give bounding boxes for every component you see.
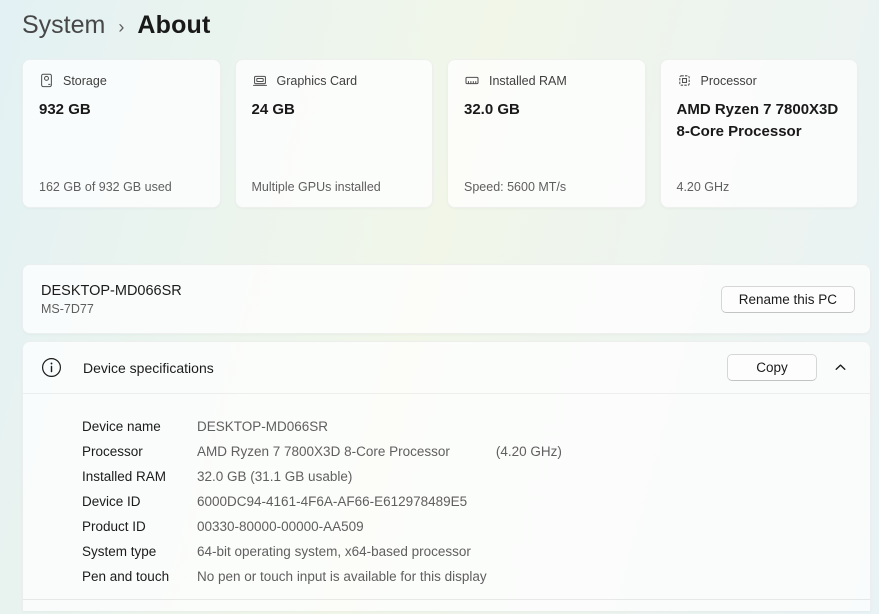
storage-card-subtext: 162 GB of 932 GB used — [39, 180, 204, 194]
spec-row-installed-ram: Installed RAM 32.0 GB (31.1 GB usable) — [82, 464, 870, 489]
graphics-card-card: Graphics Card 24 GB Multiple GPUs instal… — [235, 59, 434, 208]
device-name-panel: DESKTOP-MD066SR MS-7D77 Rename this PC — [22, 264, 871, 334]
installed-ram-value: 32.0 GB — [464, 99, 629, 121]
section-divider — [23, 599, 870, 600]
spec-label: Device name — [82, 419, 197, 434]
installed-ram-subtext: Speed: 5600 MT/s — [464, 180, 629, 194]
graphics-card-value: 24 GB — [252, 99, 417, 121]
storage-card-value: 932 GB — [39, 99, 204, 121]
processor-card-value: AMD Ryzen 7 7800X3D 8-Core Processor — [677, 99, 842, 143]
spec-label: Product ID — [82, 519, 197, 534]
page-title: About — [137, 11, 210, 40]
device-specifications-title: Device specifications — [83, 360, 214, 376]
processor-card: Processor AMD Ryzen 7 7800X3D 8-Core Pro… — [660, 59, 859, 208]
processor-card-subtext: 4.20 GHz — [677, 180, 842, 194]
spec-value: 00330-80000-00000-AA509 — [197, 519, 364, 534]
spec-row-processor: Processor AMD Ryzen 7 7800X3D 8-Core Pro… — [82, 439, 870, 464]
spec-value: DESKTOP-MD066SR — [197, 419, 328, 434]
spec-extra: (4.20 GHz) — [496, 444, 562, 459]
ram-icon — [464, 73, 480, 88]
spec-row-system-type: System type 64-bit operating system, x64… — [82, 539, 870, 564]
spec-row-device-name: Device name DESKTOP-MD066SR — [82, 414, 870, 439]
spec-value: No pen or touch input is available for t… — [197, 569, 487, 584]
info-icon — [41, 357, 62, 378]
breadcrumb-system-link[interactable]: System — [22, 11, 105, 40]
spec-label: Processor — [82, 444, 197, 459]
chevron-up-icon — [833, 360, 848, 375]
spec-label: System type — [82, 544, 197, 559]
storage-card-label: Storage — [63, 74, 107, 88]
breadcrumb-separator: › — [118, 17, 124, 38]
installed-ram-card: Installed RAM 32.0 GB Speed: 5600 MT/s — [447, 59, 646, 208]
spec-label: Installed RAM — [82, 469, 197, 484]
graphics-card-icon — [252, 73, 268, 88]
rename-pc-button[interactable]: Rename this PC — [721, 286, 855, 313]
spec-value: 32.0 GB (31.1 GB usable) — [197, 469, 352, 484]
spec-row-pen-and-touch: Pen and touch No pen or touch input is a… — [82, 564, 870, 589]
summary-cards: Storage 932 GB 162 GB of 932 GB used Gra… — [22, 59, 858, 208]
graphics-card-subtext: Multiple GPUs installed — [252, 180, 417, 194]
installed-ram-label: Installed RAM — [489, 74, 567, 88]
spec-row-device-id: Device ID 6000DC94-4161-4F6A-AF66-E61297… — [82, 489, 870, 514]
graphics-card-label: Graphics Card — [277, 74, 358, 88]
spec-label: Device ID — [82, 494, 197, 509]
processor-card-label: Processor — [701, 74, 757, 88]
storage-icon — [39, 73, 54, 88]
storage-card: Storage 932 GB 162 GB of 932 GB used — [22, 59, 221, 208]
device-name: DESKTOP-MD066SR — [41, 283, 182, 299]
collapse-expander-button[interactable] — [825, 353, 855, 383]
breadcrumb: System › About — [0, 0, 879, 40]
device-model: MS-7D77 — [41, 302, 182, 316]
spec-value: AMD Ryzen 7 7800X3D 8-Core Processor — [197, 444, 450, 459]
device-specifications-header[interactable]: Device specifications Copy — [23, 342, 870, 394]
spec-row-product-id: Product ID 00330-80000-00000-AA509 — [82, 514, 870, 539]
device-specifications-section: Device specifications Copy Device name D… — [22, 341, 871, 611]
copy-button[interactable]: Copy — [727, 354, 817, 381]
spec-label: Pen and touch — [82, 569, 197, 584]
spec-value: 6000DC94-4161-4F6A-AF66-E612978489E5 — [197, 494, 467, 509]
processor-icon — [677, 73, 692, 88]
spec-value: 64-bit operating system, x64-based proce… — [197, 544, 471, 559]
device-specifications-list: Device name DESKTOP-MD066SR Processor AM… — [23, 394, 870, 589]
